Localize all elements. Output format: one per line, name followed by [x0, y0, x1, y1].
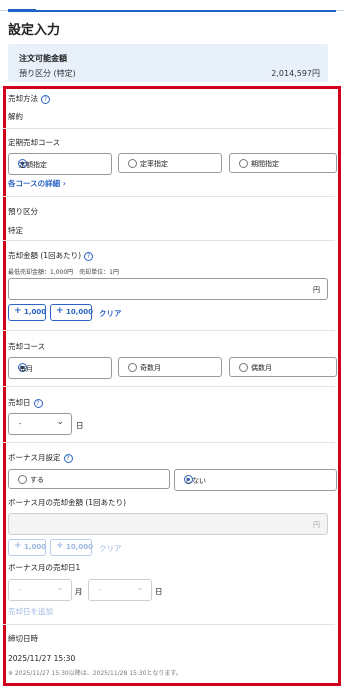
plus-icon: + [56, 306, 64, 316]
help-icon[interactable]: ? [84, 251, 94, 261]
divider [3, 330, 335, 331]
custody-value: 特定 [8, 226, 23, 235]
bonus-section: ボーナス月設定? [8, 452, 334, 463]
course-section: 定期売却コース [8, 137, 334, 148]
sell-course-label: 売却コース [8, 342, 46, 351]
sell-method-value: 解約 [8, 112, 23, 121]
plus-icon: + [56, 541, 64, 551]
add-1000-button[interactable]: +1,000 [8, 304, 46, 321]
radio-icon [128, 159, 137, 168]
sell-method-section: 売却方法? 解約 [8, 93, 334, 122]
course-option-period[interactable]: 期間指定 [229, 153, 337, 173]
deadline-section: 締切日時 2025/11/27 15:30 ※ 2025/11/27 15:30… [8, 633, 334, 677]
bonus-add-10000-button[interactable]: +10,000 [50, 539, 93, 556]
available-amount-value: 2,014,597円 [271, 69, 320, 78]
bonus-amount-unit: 円 [313, 521, 320, 529]
amount-section: 売却金額 (1回あたり)? 最低売却金額：1,000円 売却単位：1円 [8, 250, 334, 276]
divider [3, 624, 335, 625]
add-10000-button[interactable]: +10,000 [50, 304, 93, 321]
active-tab-indicator [8, 9, 36, 12]
bonus-day-select[interactable]: - ⌄ [88, 579, 152, 601]
course-option-fixed-amount[interactable]: 定額指定 [8, 153, 112, 175]
sell-day-label: 売却日? [8, 397, 334, 408]
amount-hint: 最低売却金額：1,000円 売却単位：1円 [8, 269, 119, 276]
divider [3, 196, 335, 197]
page-title: 設定入力 [8, 23, 61, 38]
progress-indicator [36, 10, 336, 12]
bonus-amount-clear-button[interactable]: クリア [99, 543, 122, 554]
bonus-month-select[interactable]: - ⌄ [8, 579, 72, 601]
bonus-day-section: ボーナス月の売却日1 [8, 562, 334, 573]
chevron-right-icon: › [62, 179, 66, 188]
radio-icon [128, 363, 137, 372]
bonus-amount-input[interactable]: 円 [8, 513, 328, 535]
chevron-down-icon: ⌄ [136, 583, 144, 593]
deadline-value: 2025/11/27 15:30 [8, 654, 76, 663]
sell-day-suffix: 日 [76, 421, 84, 430]
radio-icon [239, 159, 248, 168]
sell-course-option-even-month[interactable]: 偶数月 [229, 357, 337, 377]
plus-icon: + [14, 541, 22, 551]
bonus-add-1000-button[interactable]: +1,000 [8, 539, 46, 556]
bonus-amount-section: ボーナス月の売却金額 (1回あたり) [8, 497, 334, 508]
divider [3, 128, 335, 129]
bonus-option-yes[interactable]: する [8, 469, 170, 489]
top-tab-bar [0, 0, 344, 16]
sell-course-option-monthly[interactable]: 毎月 [8, 357, 112, 379]
radio-icon [18, 475, 27, 484]
bonus-day-label: ボーナス月の売却日1 [8, 563, 81, 572]
amount-unit: 円 [313, 286, 320, 294]
amount-label: 売却金額 (1回あたり)? [8, 250, 334, 261]
divider [3, 386, 335, 387]
sell-course-section: 売却コース [8, 341, 334, 352]
bonus-month-suffix: 月 [75, 587, 83, 596]
sell-day-section: 売却日? [8, 397, 334, 408]
sell-day-select[interactable]: - ⌄ [8, 413, 72, 435]
deadline-note: ※ 2025/11/27 15:30以降は、2025/11/28 15:30とな… [8, 670, 182, 677]
chevron-down-icon: ⌄ [56, 417, 64, 427]
course-option-fixed-rate[interactable]: 定率指定 [118, 153, 222, 173]
divider [3, 442, 335, 443]
course-details-link[interactable]: 各コースの詳細 › [8, 178, 66, 189]
sell-method-label: 売却方法? [8, 93, 334, 104]
help-icon[interactable]: ? [33, 398, 43, 408]
help-icon[interactable]: ? [41, 94, 50, 104]
amount-clear-button[interactable]: クリア [99, 308, 122, 319]
bonus-label: ボーナス月設定? [8, 452, 334, 463]
chevron-down-icon: ⌄ [56, 583, 64, 593]
account-type-label: 預り区分 (特定) [19, 69, 76, 78]
sell-course-option-odd-month[interactable]: 奇数月 [118, 357, 222, 377]
deadline-label: 締切日時 [8, 634, 38, 643]
divider [3, 240, 335, 241]
add-sell-day-link[interactable]: 売却日を追加 [8, 606, 53, 617]
course-label: 定期売却コース [8, 138, 61, 147]
custody-label: 預り区分 [8, 207, 38, 216]
available-amount-label: 注文可能金額 [19, 54, 67, 63]
bonus-amount-label: ボーナス月の売却金額 (1回あたり) [8, 498, 127, 507]
custody-section: 預り区分 特定 [8, 206, 334, 236]
bonus-day-suffix: 日 [155, 587, 163, 596]
help-icon[interactable]: ? [63, 453, 73, 463]
amount-input[interactable]: 円 [8, 278, 328, 300]
bonus-option-no[interactable]: しない [174, 469, 337, 491]
radio-icon [239, 363, 248, 372]
plus-icon: + [14, 306, 22, 316]
available-amount-panel: 注文可能金額 預り区分 (特定) 2,014,597円 [8, 44, 328, 82]
